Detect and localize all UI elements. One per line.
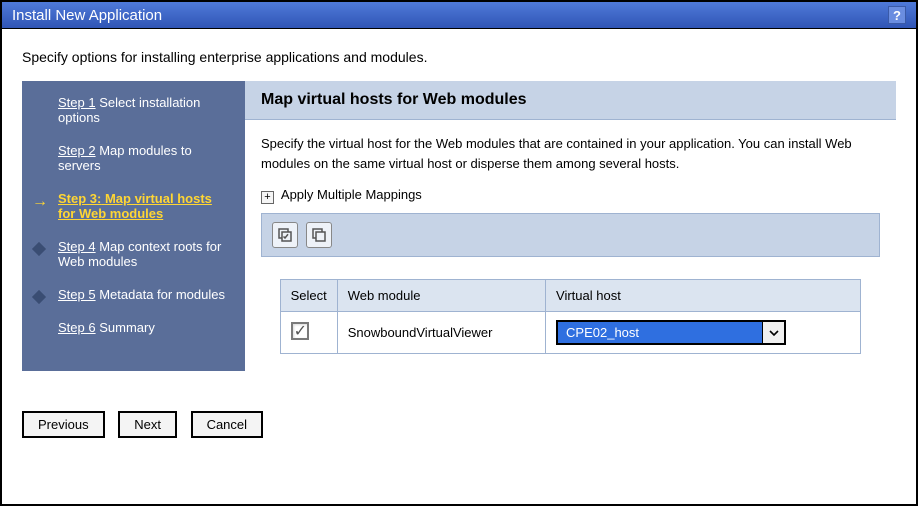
table-row: SnowboundVirtualViewer CPE02_host [280, 312, 861, 354]
required-icon [32, 289, 44, 305]
row-checkbox[interactable] [291, 322, 309, 340]
cancel-button[interactable]: Cancel [191, 411, 263, 438]
expand-icon: + [261, 191, 274, 204]
title-text: Install New Application [12, 7, 162, 24]
deselect-all-icon [310, 226, 328, 244]
modules-table: Select Web module Virtual host Snowbound… [280, 279, 862, 354]
wizard-sidebar: Step 1 Select installation options Step … [22, 81, 245, 371]
expand-label: Apply Multiple Mappings [281, 187, 422, 202]
title-bar: Install New Application ? [2, 2, 916, 29]
apply-multiple-mappings-toggle[interactable]: + Apply Multiple Mappings [261, 187, 880, 203]
step-prefix: Step 6 [58, 320, 96, 335]
step-prefix: Step 2 [58, 143, 96, 158]
previous-button[interactable]: Previous [22, 411, 105, 438]
col-select: Select [280, 280, 337, 312]
table-toolbar [261, 213, 880, 257]
step-prefix: Step 5 [58, 287, 96, 302]
select-all-button[interactable] [272, 222, 298, 248]
wizard-buttons: Previous Next Cancel [22, 411, 896, 438]
help-icon[interactable]: ? [888, 6, 906, 24]
step-4[interactable]: Step 4 Map context roots for Web modules [36, 239, 231, 269]
arrow-icon: → [32, 193, 48, 211]
main-panel: Map virtual hosts for Web modules Specif… [245, 81, 896, 371]
next-button[interactable]: Next [118, 411, 177, 438]
step-5[interactable]: Step 5 Metadata for modules [36, 287, 231, 302]
step-prefix: Step 4 [58, 239, 96, 254]
select-all-icon [276, 226, 294, 244]
intro-text: Specify options for installing enterpris… [22, 49, 896, 65]
main-description: Specify the virtual host for the Web mod… [261, 134, 880, 173]
step-1[interactable]: Step 1 Select installation options [36, 95, 231, 125]
col-vhost: Virtual host [546, 280, 861, 312]
step-label: Summary [99, 320, 155, 335]
step-label: Metadata for modules [99, 287, 225, 302]
required-icon [32, 241, 44, 257]
step-6[interactable]: Step 6 Summary [36, 320, 231, 335]
step-prefix: Step 1 [58, 95, 96, 110]
step-prefix: Step 3: [58, 191, 101, 206]
chevron-down-icon [762, 322, 784, 343]
row-module-name: SnowboundVirtualViewer [337, 312, 545, 354]
deselect-all-button[interactable] [306, 222, 332, 248]
col-module: Web module [337, 280, 545, 312]
step-3-current: → Step 3: Map virtual hosts for Web modu… [36, 191, 231, 221]
main-heading: Map virtual hosts for Web modules [245, 81, 896, 120]
virtual-host-select[interactable]: CPE02_host [556, 320, 786, 345]
virtual-host-value: CPE02_host [558, 322, 762, 343]
step-2[interactable]: Step 2 Map modules to servers [36, 143, 231, 173]
table-header-row: Select Web module Virtual host [280, 280, 861, 312]
